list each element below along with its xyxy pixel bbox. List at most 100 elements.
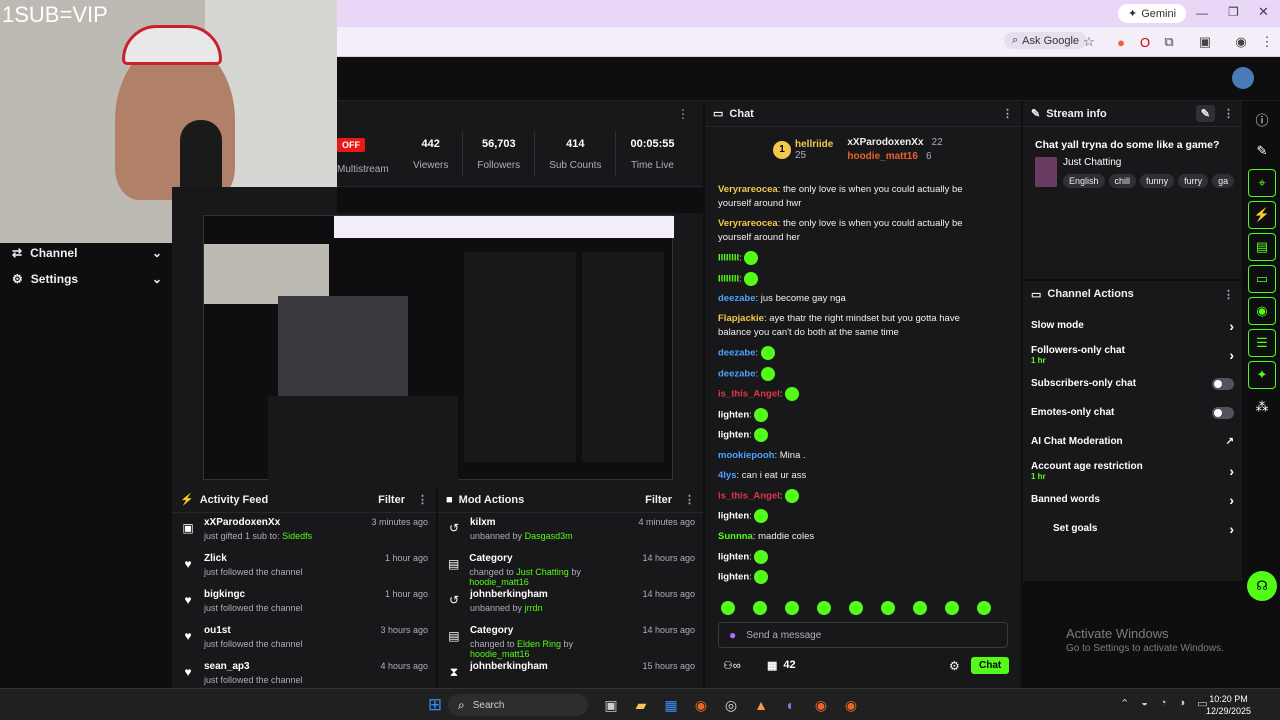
opera-icon[interactable]: O — [1136, 33, 1154, 51]
chat-username[interactable]: lighten — [718, 511, 749, 522]
chat-username[interactable]: mookiepooh — [718, 450, 774, 461]
slow-mode-action[interactable]: Slow mode › — [1023, 311, 1242, 340]
sidebar-item-settings[interactable]: ⚙ Settings ⌄ — [12, 272, 162, 286]
edit-icon[interactable]: ✎ — [1195, 105, 1215, 122]
avatar[interactable] — [1232, 67, 1254, 89]
chat-message[interactable]: Sunnna: maddie coles — [718, 530, 988, 544]
top-gifter-1[interactable]: 1 hellriide 25 — [773, 137, 833, 162]
mod-category[interactable]: Elden Ring — [517, 639, 561, 649]
chat-username[interactable]: deezabe — [718, 348, 756, 359]
pencil-icon[interactable]: ✎ — [1248, 137, 1276, 165]
info-icon[interactable]: ⓘ — [1248, 105, 1276, 133]
ask-google-button[interactable]: ⌕ Ask Google — [1004, 32, 1088, 49]
taskbar-search[interactable]: ⌕ Search — [448, 694, 588, 716]
chat-message[interactable]: 4lys: can i eat ur ass — [718, 469, 988, 483]
obs-icon[interactable]: ◎ — [720, 694, 742, 716]
emote-icon[interactable] — [721, 601, 735, 615]
mod-by[interactable]: jrrdn — [525, 603, 543, 613]
chat-username[interactable]: deezabe — [718, 293, 756, 304]
chat-username[interactable]: Veryrareocea — [718, 218, 778, 229]
bookmark-star-icon[interactable]: ☆ — [1080, 33, 1098, 51]
chat-username[interactable]: Sunnna — [718, 531, 753, 542]
followers-only-action[interactable]: Followers-only chat 1 hr › — [1023, 340, 1242, 369]
more-icon[interactable]: ⋮ — [417, 493, 428, 506]
task-view-icon[interactable]: ▣ — [600, 694, 622, 716]
chat-username[interactable]: lighten — [718, 572, 749, 583]
sidebar-item-channel[interactable]: ⇄ Channel ⌄ — [12, 246, 162, 260]
chat-message[interactable]: mookiepooh: Mina . — [718, 449, 988, 463]
app-icon[interactable]: ▲ — [750, 694, 772, 716]
stream-category[interactable]: Just Chatting — [1063, 157, 1121, 168]
apps-icon[interactable]: ⁂ — [1248, 393, 1276, 421]
subscribers-only-toggle[interactable] — [1212, 377, 1234, 390]
discord-icon[interactable]: ◐ — [780, 694, 802, 716]
chat-username[interactable]: lighten — [718, 430, 749, 441]
chat-username[interactable]: Flapjackie — [718, 313, 764, 324]
chat-message[interactable]: deezabe: — [718, 346, 988, 361]
chrome-active-icon[interactable]: ◉ — [810, 694, 832, 716]
top-gifter-3[interactable]: hoodie_matt16 6 — [847, 151, 942, 162]
document-icon[interactable]: ▤ — [1248, 233, 1276, 261]
list-item[interactable]: ↺ johnberkingham unbanned by jrrdn 14 hou… — [438, 585, 703, 621]
extension-icon[interactable]: ● — [1112, 33, 1130, 51]
mod-category[interactable]: Just Chatting — [516, 567, 569, 577]
panel-menu-icon[interactable]: ⋮ — [677, 107, 689, 121]
tag[interactable]: furry — [1178, 174, 1209, 188]
chat-message[interactable]: lighten: — [718, 509, 988, 524]
chat-username[interactable]: 4lys — [718, 470, 737, 481]
mod-by[interactable]: Dasgasd3m — [525, 531, 573, 541]
chat-message[interactable]: Veryrareocea: the only love is when you … — [718, 183, 988, 211]
chat-bubble-icon[interactable]: ▭ — [1248, 265, 1276, 293]
chat-username[interactable]: IIIIIIII — [718, 253, 739, 264]
chat-username[interactable]: lighten — [718, 409, 749, 420]
chat-message[interactable]: lighten: — [718, 549, 988, 565]
wifi-icon[interactable]: ◔ — [1160, 697, 1167, 710]
filter-button[interactable]: Filter — [378, 494, 405, 506]
viewer-count[interactable]: ▦ 42 — [767, 659, 796, 672]
list-item[interactable]: ▤ Category changed to Elden Ring by hoodi… — [438, 621, 703, 659]
chat-username[interactable]: deezabe — [718, 368, 756, 379]
list-item[interactable]: ♥ Zlick just followed the channel 1 hour … — [172, 549, 436, 585]
emote-icon[interactable] — [817, 601, 831, 615]
account-age-action[interactable]: Account age restriction 1 hr › — [1023, 456, 1242, 485]
mod-by[interactable]: hoodie_matt16 — [470, 649, 530, 659]
microphone-icon[interactable]: ● — [729, 628, 736, 642]
network-icon[interactable]: ◒ — [1141, 697, 1148, 710]
gemini-button[interactable]: ✦ Gemini — [1118, 4, 1187, 23]
close-icon[interactable]: ✕ — [1258, 4, 1269, 20]
sidepanel-icon[interactable]: ▣ — [1196, 33, 1214, 51]
chat-settings-icon[interactable]: ⚙ — [949, 659, 960, 673]
list-item[interactable]: ▤ Category changed to Just Chatting by ho… — [438, 549, 703, 587]
file-explorer-icon[interactable]: ▰ — [630, 694, 652, 716]
users-icon[interactable]: ⚇∞ — [723, 659, 741, 672]
tag[interactable]: English — [1063, 174, 1105, 188]
list-item[interactable]: ♥ ou1st just followed the channel 3 hours… — [172, 621, 436, 657]
extensions-puzzle-icon[interactable]: ⧉ — [1160, 33, 1178, 51]
chat-message[interactable]: lighten: — [718, 428, 988, 443]
clock[interactable]: 10:20 PM 12/29/2025 — [1206, 693, 1251, 717]
banned-words-action[interactable]: Banned words › — [1023, 485, 1242, 514]
chat-message[interactable]: deezabe: jus become gay nga — [718, 292, 988, 306]
chat-username[interactable]: lighten — [718, 551, 749, 562]
more-icon[interactable]: ⋮ — [1223, 107, 1234, 120]
emote-icon[interactable] — [913, 601, 927, 615]
mod-by[interactable]: hoodie_matt16 — [469, 577, 529, 587]
more-icon[interactable]: ⋮ — [1002, 107, 1013, 120]
emote-icon[interactable] — [881, 601, 895, 615]
chat-message[interactable]: lighten: — [718, 570, 988, 585]
top-gifter-2[interactable]: xXParodoxenXx 22 — [847, 137, 942, 148]
tag[interactable]: chill — [1108, 174, 1137, 188]
capture-icon[interactable]: ⌖ — [1248, 169, 1276, 197]
chat-username[interactable]: is_this_Angel — [718, 490, 780, 501]
chrome-profile-icon[interactable]: ◉ — [840, 694, 862, 716]
layers-icon[interactable]: ☰ — [1248, 329, 1276, 357]
feed-target[interactable]: Sidedfs — [282, 531, 312, 541]
subscribers-only-action[interactable]: Subscribers-only chat — [1023, 369, 1242, 398]
send-chat-button[interactable]: Chat — [971, 657, 1010, 674]
chat-message[interactable]: IIIIIIII: — [718, 251, 988, 266]
multistream-label[interactable]: Multistream — [337, 164, 389, 175]
chevron-up-icon[interactable]: ⌃ — [1120, 697, 1129, 710]
chat-username[interactable]: IIIIIIII — [718, 273, 739, 284]
emote-icon[interactable] — [945, 601, 959, 615]
chat-input[interactable]: ● Send a message — [718, 622, 1008, 648]
